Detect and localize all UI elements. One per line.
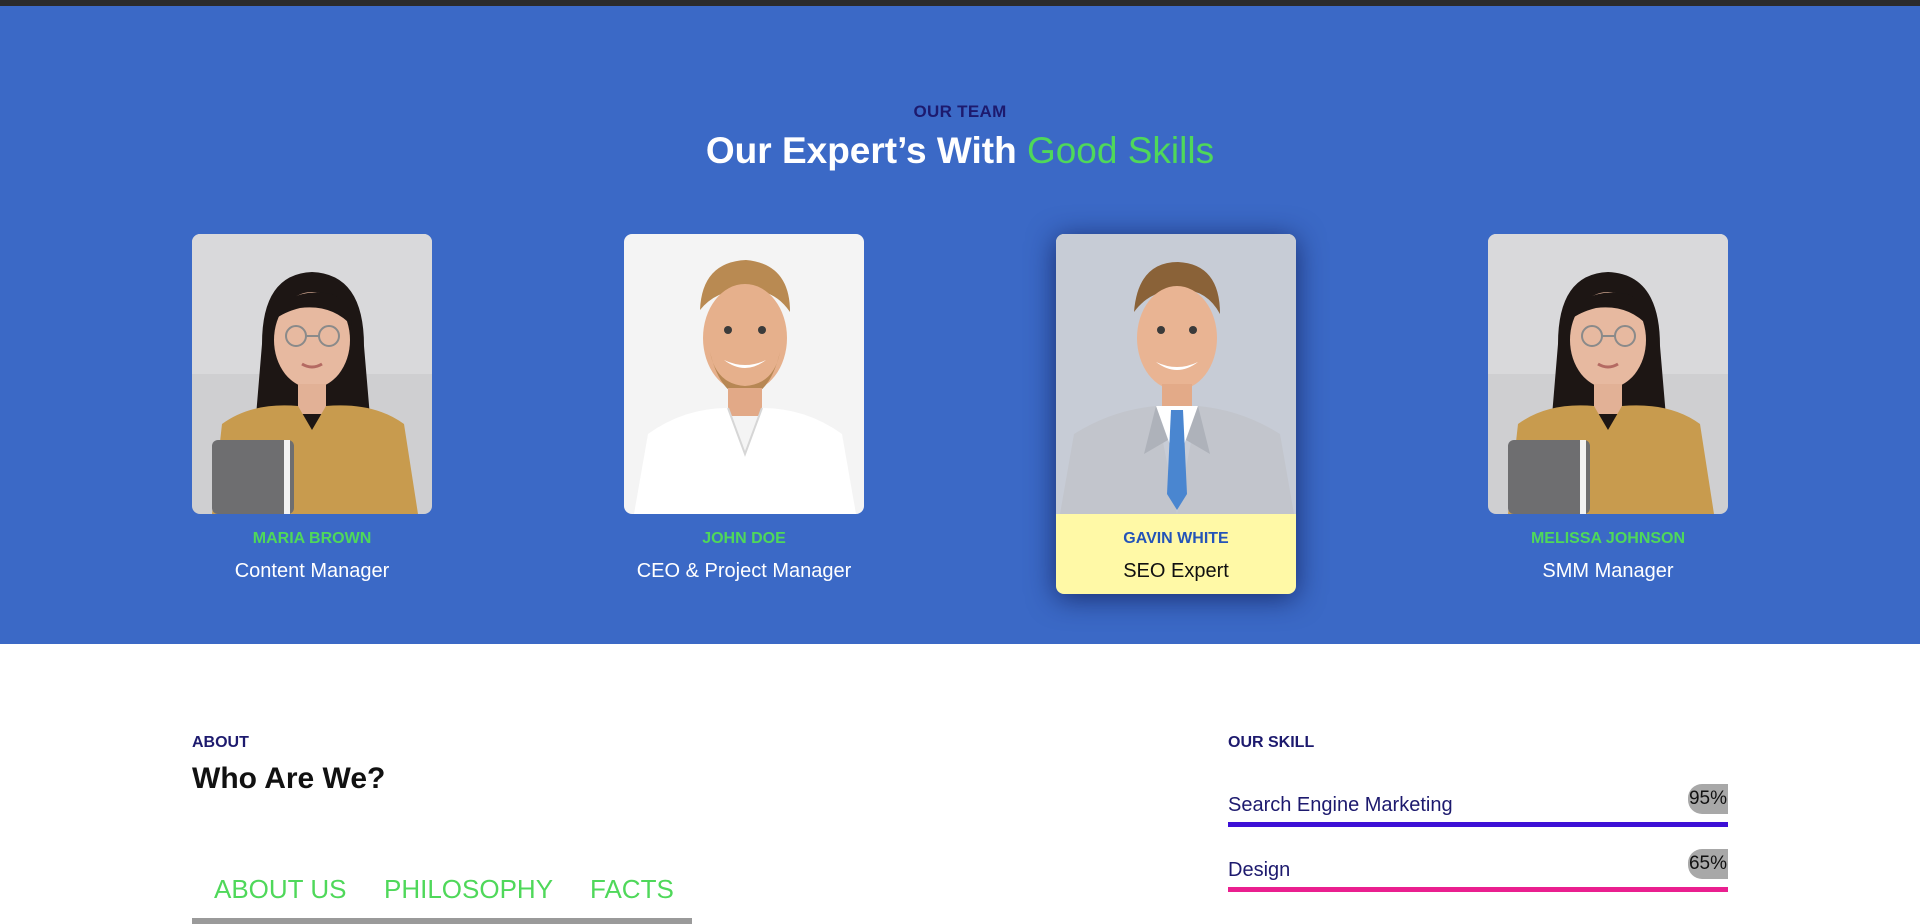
team-card-melissa-johnson[interactable]: MELISSA JOHNSON SMM Manager xyxy=(1488,234,1728,594)
team-heading-accent: Good Skills xyxy=(1026,130,1215,171)
skill-design: Design 65% xyxy=(1228,849,1728,895)
member-role: CEO & Project Manager xyxy=(636,560,852,582)
man-suit-portrait-icon xyxy=(1056,234,1296,514)
team-section: OUR TEAM Our Expert’s With Good Skills M… xyxy=(0,6,1920,644)
about-title: Who Are We? xyxy=(192,762,386,795)
skills-eyebrow: OUR SKILL xyxy=(1228,734,1315,751)
about-tabs: ABOUT US PHILOSOPHY FACTS xyxy=(192,870,692,924)
skill-percent-badge: 65% xyxy=(1688,849,1728,879)
woman-portrait-icon xyxy=(1488,234,1728,514)
tab-about-us[interactable]: ABOUT US xyxy=(214,874,346,905)
about-eyebrow: ABOUT xyxy=(192,734,249,751)
tab-facts[interactable]: FACTS xyxy=(590,874,674,905)
skill-track xyxy=(1228,822,1728,827)
tab-philosophy[interactable]: PHILOSOPHY xyxy=(384,874,553,905)
skill-track xyxy=(1228,887,1728,892)
team-card-maria-brown[interactable]: MARIA BROWN Content Manager xyxy=(192,234,432,594)
team-heading: Our Expert’s With Good Skills xyxy=(0,130,1920,172)
skill-progress-fill xyxy=(1228,822,1728,827)
skill-search-engine-marketing: Search Engine Marketing 95% xyxy=(1228,784,1728,830)
skill-label: Design xyxy=(1228,859,1291,881)
member-name: MELISSA JOHNSON xyxy=(1530,530,1686,547)
skill-progress-fill xyxy=(1228,887,1728,892)
member-role: SMM Manager xyxy=(1542,560,1674,582)
member-role: Content Manager xyxy=(234,560,390,582)
man-portrait-icon xyxy=(624,234,864,514)
woman-portrait-icon xyxy=(192,234,432,514)
member-name: JOHN DOE xyxy=(702,530,786,547)
skill-label: Search Engine Marketing xyxy=(1228,794,1453,816)
member-name: MARIA BROWN xyxy=(252,530,372,547)
member-role: SEO Expert xyxy=(1123,560,1229,582)
team-card-john-doe[interactable]: JOHN DOE CEO & Project Manager xyxy=(624,234,864,594)
team-eyebrow: OUR TEAM xyxy=(913,102,1007,121)
skill-percent-badge: 95% xyxy=(1688,784,1728,814)
tabs-underline xyxy=(192,918,692,924)
member-name: GAVIN WHITE xyxy=(1123,530,1229,547)
team-heading-main: Our Expert’s With xyxy=(705,130,1017,171)
team-card-gavin-white[interactable]: GAVIN WHITE SEO Expert xyxy=(1056,234,1296,594)
